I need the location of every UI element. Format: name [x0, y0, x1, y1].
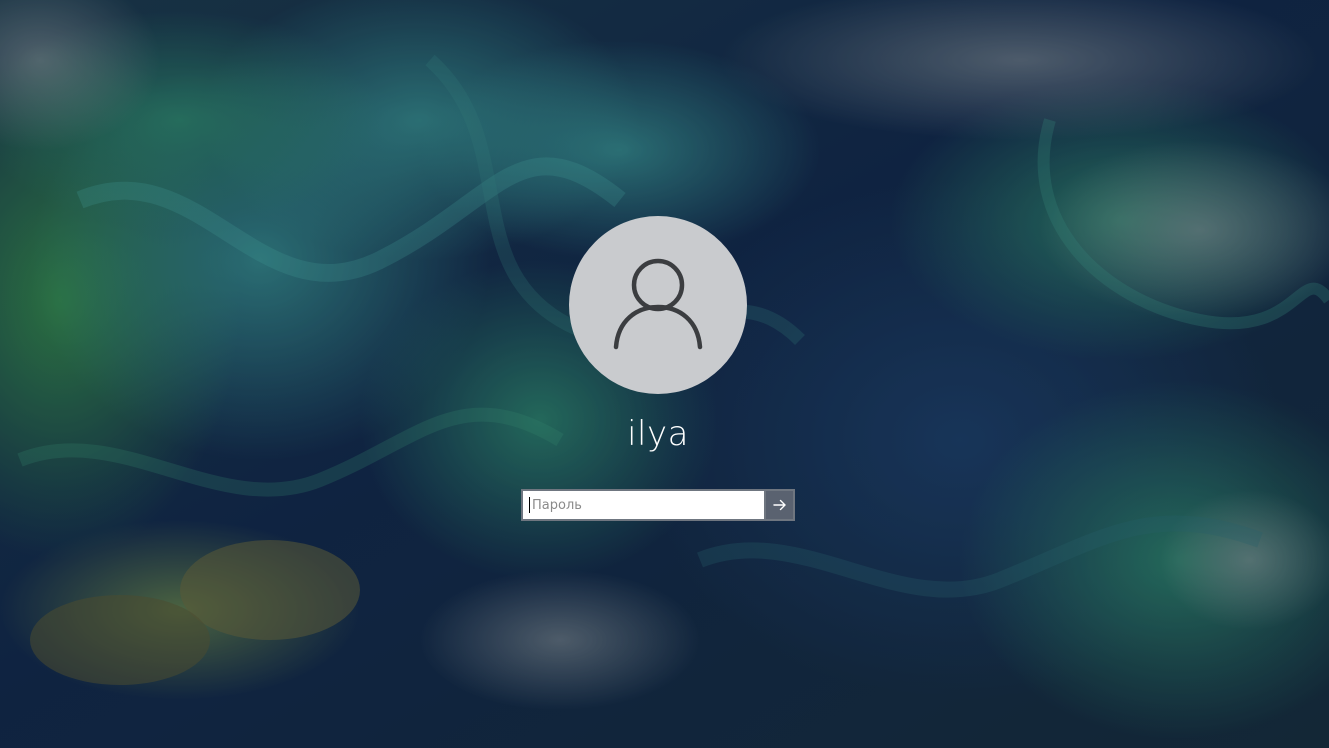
- arrow-right-icon: [772, 496, 787, 515]
- submit-button[interactable]: [764, 489, 795, 521]
- lock-screen: ilya: [0, 0, 1329, 748]
- text-caret: [529, 497, 530, 513]
- user-avatar: [569, 216, 747, 394]
- password-form: [521, 489, 795, 521]
- password-field[interactable]: [521, 489, 764, 521]
- user-name: ilya: [627, 414, 689, 454]
- user-silhouette-icon: [612, 255, 704, 355]
- password-input[interactable]: [532, 493, 732, 517]
